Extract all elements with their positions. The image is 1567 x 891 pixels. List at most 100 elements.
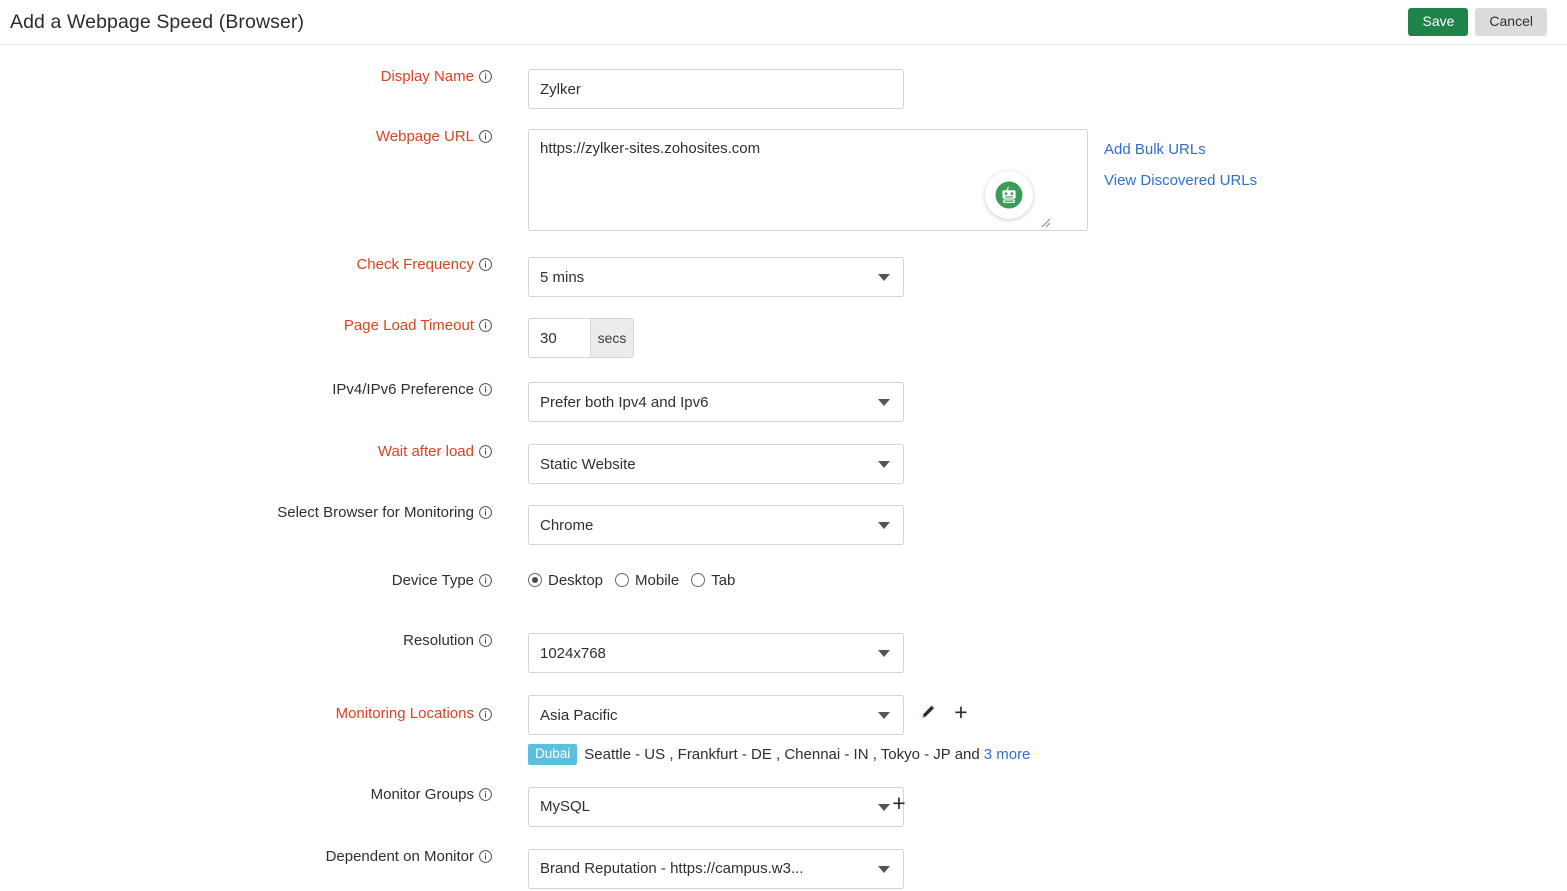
monitor-groups-actions: + — [888, 793, 910, 815]
monitoring-locations-select[interactable]: Asia Pacific — [528, 695, 904, 735]
info-icon[interactable] — [479, 788, 492, 801]
field-webpage-url: https://zylker-sites.zohosites.com Add — [492, 129, 1088, 236]
field-row-dependent-on-monitor: Dependent on Monitor Brand Reputation - … — [0, 849, 1567, 889]
page-load-timeout-input[interactable] — [528, 318, 590, 358]
label-page-load-timeout-text: Page Load Timeout — [344, 318, 474, 333]
monitor-form: Display Name Webpage URL https://zylker-… — [0, 45, 1567, 889]
radio-option-tab[interactable]: Tab — [691, 572, 735, 589]
field-ip-preference: Prefer both Ipv4 and Ipv6 — [492, 382, 904, 422]
add-bulk-urls-link[interactable]: Add Bulk URLs — [1104, 141, 1257, 158]
page-load-timeout-unit: secs — [590, 318, 634, 358]
view-discovered-urls-link[interactable]: View Discovered URLs — [1104, 172, 1257, 189]
field-row-device-type: Device Type Desktop Mobile Tab — [0, 569, 1567, 591]
ip-preference-select[interactable]: Prefer both Ipv4 and Ipv6 — [528, 382, 904, 422]
label-check-frequency: Check Frequency — [0, 257, 492, 272]
info-icon[interactable] — [479, 70, 492, 83]
info-icon[interactable] — [479, 634, 492, 647]
wait-after-load-select-wrap: Static Website — [528, 444, 904, 484]
info-icon[interactable] — [479, 708, 492, 721]
field-dependent-on-monitor: Brand Reputation - https://campus.w3... — [492, 849, 904, 889]
monitor-groups-select[interactable]: MySQL — [528, 787, 904, 827]
resize-grip-icon[interactable] — [1040, 217, 1052, 229]
field-browser: Chrome — [492, 505, 904, 545]
field-row-display-name: Display Name — [0, 69, 1567, 109]
field-display-name — [492, 69, 904, 109]
header-actions: Save Cancel — [1408, 8, 1555, 36]
label-monitor-groups-text: Monitor Groups — [371, 787, 474, 802]
label-wait-after-load: Wait after load — [0, 444, 492, 459]
field-resolution: 1024x768 — [492, 633, 904, 673]
resolution-select[interactable]: 1024x768 — [528, 633, 904, 673]
pencil-edit-icon[interactable] — [916, 701, 938, 723]
plus-icon[interactable]: + — [950, 701, 972, 723]
field-wait-after-load: Static Website — [492, 444, 904, 484]
radio-option-mobile[interactable]: Mobile — [615, 572, 679, 589]
radio-option-desktop[interactable]: Desktop — [528, 572, 603, 589]
field-device-type: Desktop Mobile Tab — [492, 569, 735, 591]
radio-tab-indicator[interactable] — [691, 573, 705, 587]
label-browser: Select Browser for Monitoring — [0, 505, 492, 520]
field-monitoring-locations: Asia Pacific + Dubai Seattle - US , Fr — [492, 695, 1030, 765]
page-header: Add a Webpage Speed (Browser) Save Cance… — [0, 0, 1567, 45]
monitoring-locations-more-link[interactable]: 3 more — [984, 746, 1031, 763]
info-icon[interactable] — [479, 574, 492, 587]
display-name-input[interactable] — [528, 69, 904, 109]
location-badge-dubai[interactable]: Dubai — [528, 744, 577, 765]
label-wait-after-load-text: Wait after load — [378, 444, 474, 459]
label-monitoring-locations-text: Monitoring Locations — [336, 706, 474, 721]
field-row-ip-preference: IPv4/IPv6 Preference Prefer both Ipv4 an… — [0, 382, 1567, 422]
field-row-monitor-groups: Monitor Groups MySQL + — [0, 787, 1567, 827]
ip-preference-select-wrap: Prefer both Ipv4 and Ipv6 — [528, 382, 904, 422]
field-page-load-timeout: secs — [492, 318, 634, 358]
monitoring-locations-actions: + — [916, 701, 972, 723]
resolution-select-wrap: 1024x768 — [528, 633, 904, 673]
robot-assistant-icon[interactable] — [985, 171, 1033, 219]
label-page-load-timeout: Page Load Timeout — [0, 318, 492, 333]
radio-mobile-label: Mobile — [635, 572, 679, 589]
radio-desktop-label: Desktop — [548, 572, 603, 589]
info-icon[interactable] — [479, 130, 492, 143]
label-monitor-groups: Monitor Groups — [0, 787, 492, 802]
field-row-browser: Select Browser for Monitoring Chrome — [0, 505, 1567, 545]
info-icon[interactable] — [479, 319, 492, 332]
label-dependent-on-monitor: Dependent on Monitor — [0, 849, 492, 864]
field-row-webpage-url: Webpage URL https://zylker-sites.zohosit… — [0, 129, 1567, 236]
page-load-timeout-group: secs — [528, 318, 634, 358]
dependent-on-monitor-select[interactable]: Brand Reputation - https://campus.w3... — [528, 849, 904, 889]
label-dependent-on-monitor-text: Dependent on Monitor — [326, 849, 474, 864]
dependent-on-monitor-select-wrap: Brand Reputation - https://campus.w3... — [528, 849, 904, 889]
label-device-type-text: Device Type — [392, 573, 474, 588]
label-device-type: Device Type — [0, 573, 492, 588]
monitoring-locations-summary-text: Seattle - US , Frankfurt - DE , Chennai … — [584, 746, 979, 763]
info-icon[interactable] — [479, 383, 492, 396]
plus-icon[interactable]: + — [888, 793, 910, 815]
device-type-radio-group: Desktop Mobile Tab — [528, 569, 735, 591]
info-icon[interactable] — [479, 506, 492, 519]
check-frequency-select-wrap: 5 mins — [528, 257, 904, 297]
save-button[interactable]: Save — [1408, 8, 1468, 36]
plus-glyph: + — [892, 792, 905, 815]
radio-mobile-indicator[interactable] — [615, 573, 629, 587]
page-title: Add a Webpage Speed (Browser) — [10, 11, 304, 34]
wait-after-load-select[interactable]: Static Website — [528, 444, 904, 484]
label-monitoring-locations: Monitoring Locations — [0, 695, 492, 721]
field-monitor-groups: MySQL + — [492, 787, 904, 827]
label-display-name-text: Display Name — [381, 69, 474, 84]
info-icon[interactable] — [479, 258, 492, 271]
radio-desktop-indicator[interactable] — [528, 573, 542, 587]
plus-glyph: + — [954, 701, 967, 724]
field-row-page-load-timeout: Page Load Timeout secs — [0, 318, 1567, 358]
label-resolution: Resolution — [0, 633, 492, 648]
browser-select-wrap: Chrome — [528, 505, 904, 545]
label-resolution-text: Resolution — [403, 633, 474, 648]
browser-select[interactable]: Chrome — [528, 505, 904, 545]
info-icon[interactable] — [479, 445, 492, 458]
field-row-check-frequency: Check Frequency 5 mins — [0, 257, 1567, 297]
check-frequency-select[interactable]: 5 mins — [528, 257, 904, 297]
field-row-monitoring-locations: Monitoring Locations Asia Pacific — [0, 695, 1567, 765]
field-check-frequency: 5 mins — [492, 257, 904, 297]
monitor-groups-select-wrap: MySQL — [528, 787, 904, 827]
label-display-name: Display Name — [0, 69, 492, 84]
cancel-button[interactable]: Cancel — [1475, 8, 1547, 36]
info-icon[interactable] — [479, 850, 492, 863]
